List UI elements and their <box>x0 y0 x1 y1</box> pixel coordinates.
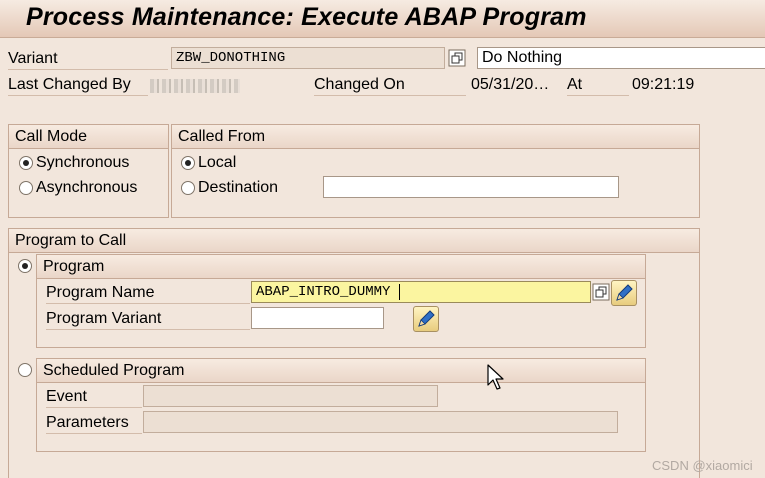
variant-label: Variant <box>8 49 168 70</box>
called-from-title: Called From <box>172 125 699 149</box>
synchronous-radio[interactable] <box>19 156 33 170</box>
destination-input[interactable] <box>323 176 619 198</box>
last-changed-by-value <box>150 79 240 93</box>
mouse-cursor-icon <box>487 364 504 390</box>
scheduled-program-title: Scheduled Program <box>37 359 645 383</box>
variant-description-field[interactable]: Do Nothing <box>477 47 765 69</box>
call-mode-title: Call Mode <box>9 125 168 149</box>
at-label: At <box>567 75 629 96</box>
asynchronous-radio[interactable] <box>19 181 33 195</box>
program-name-label: Program Name <box>46 283 250 304</box>
last-changed-by-label: Last Changed By <box>8 75 148 96</box>
parameters-input[interactable] <box>143 411 618 433</box>
event-label: Event <box>46 387 142 408</box>
pencil-icon <box>616 284 633 301</box>
changed-on-label: Changed On <box>314 75 466 96</box>
destination-label: Destination <box>198 179 279 196</box>
program-name-edit-button[interactable] <box>611 280 637 306</box>
program-name-copy-button[interactable] <box>592 283 610 306</box>
copy-icon <box>448 49 466 67</box>
destination-radio[interactable] <box>181 181 195 195</box>
program-variant-edit-button[interactable] <box>413 306 439 332</box>
scheduled-program-radio[interactable] <box>18 363 32 377</box>
program-to-call-title: Program to Call <box>9 229 699 253</box>
synchronous-label: Synchronous <box>36 154 130 171</box>
parameters-label: Parameters <box>46 413 142 434</box>
program-radio[interactable] <box>18 259 32 273</box>
text-caret <box>399 284 400 300</box>
title-bar: Process Maintenance: Execute ABAP Progra… <box>0 0 765 38</box>
local-label: Local <box>198 154 237 171</box>
local-radio[interactable] <box>181 156 195 170</box>
program-title: Program <box>37 255 645 279</box>
page-title: Process Maintenance: Execute ABAP Progra… <box>26 3 587 31</box>
program-name-input[interactable]: ABAP_INTRO_DUMMY <box>251 281 591 303</box>
program-variant-input[interactable] <box>251 307 384 329</box>
pencil-icon <box>418 310 435 327</box>
changed-on-value: 05/31/20… <box>471 76 550 93</box>
variant-field[interactable]: ZBW_DONOTHING <box>171 47 445 69</box>
asynchronous-label: Asynchronous <box>36 179 138 196</box>
watermark: CSDN @xiaomici <box>652 458 753 473</box>
event-input[interactable] <box>143 385 438 407</box>
variant-copy-button[interactable] <box>448 49 466 72</box>
copy-icon <box>592 283 610 301</box>
called-from-group: Called From <box>171 124 700 218</box>
at-value: 09:21:19 <box>632 76 695 93</box>
program-variant-label: Program Variant <box>46 309 250 330</box>
